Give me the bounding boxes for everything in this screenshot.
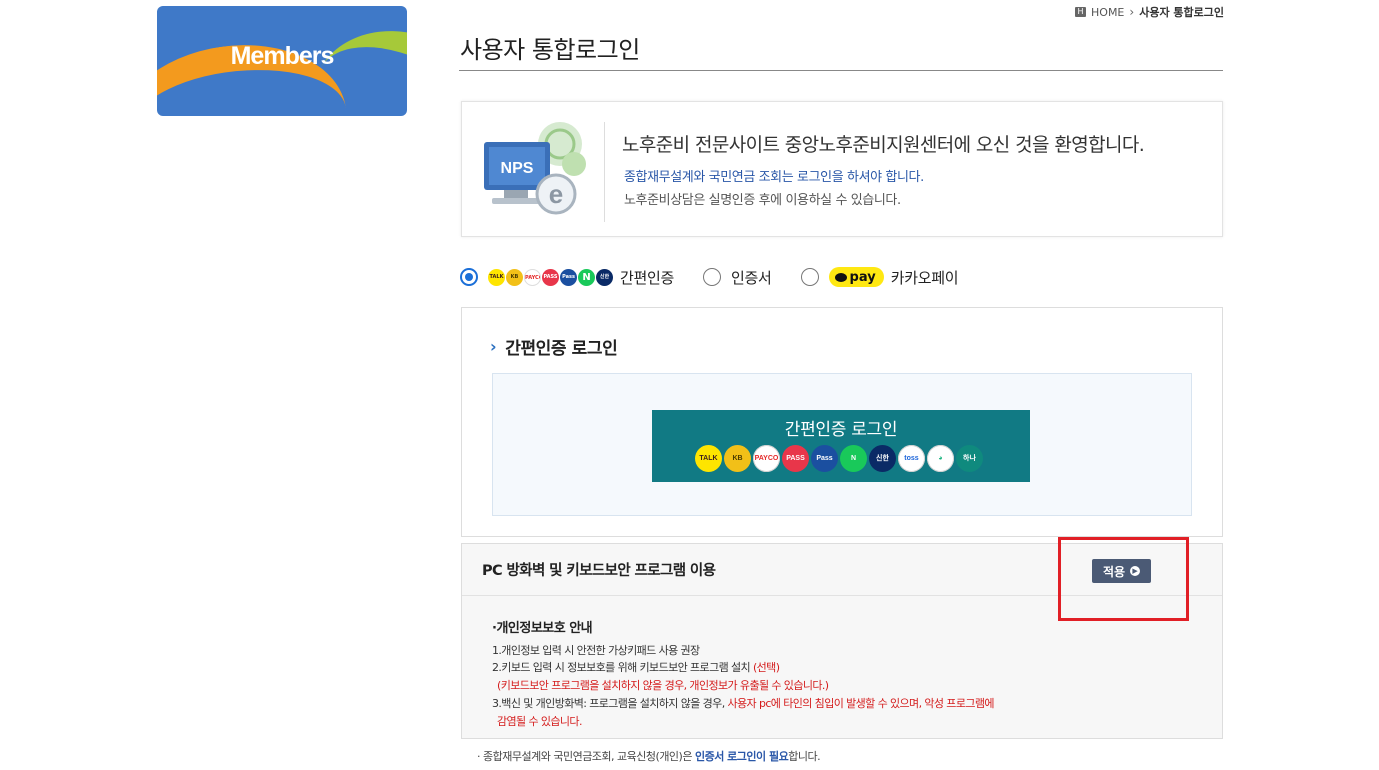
payco-icon: PAYCO: [524, 268, 541, 286]
highlight-box: [1058, 537, 1189, 621]
naver-icon: N: [840, 445, 867, 472]
privacy-item-2: 2.키보드 입력 시 정보보호를 위해 키보드보안 프로그램 설치 (선택): [492, 659, 780, 675]
svg-text:e: e: [549, 179, 563, 209]
security-title: PC 방화벽 및 키보드보안 프로그램 이용: [482, 563, 716, 579]
welcome-login-notice: 종합재무설계와 국민연금 조회는 로그인을 하셔야 합니다.: [624, 170, 924, 185]
simple-auth-provider-icons: TALK KB PAYCO PASS Pass N 신한: [488, 268, 613, 286]
banksalad-icon: ◕: [927, 445, 954, 472]
svg-text:NPS: NPS: [501, 160, 534, 177]
kakaopay-badge-text: pay: [849, 269, 876, 285]
simple-auth-inner-box: 간편인증 로그인 TALK KB PAYCO PASS Pass N 신한 toss ◕ 하나: [492, 373, 1192, 516]
payco-icon: PAYCO: [753, 445, 780, 472]
privacy-item-2-optional: (선택): [752, 661, 780, 674]
speech-bubble-icon: [834, 272, 847, 282]
provider-icon-row: TALK KB PAYCO PASS Pass N 신한 toss ◕ 하나: [695, 445, 983, 472]
title-divider: [459, 70, 1223, 71]
naver-icon: N: [578, 268, 595, 286]
shinhan-icon: 신한: [596, 268, 613, 286]
chevron-right-icon: ›: [1129, 5, 1135, 19]
home-icon: H: [1075, 7, 1087, 17]
simple-auth-login-button[interactable]: 간편인증 로그인 TALK KB PAYCO PASS Pass N 신한 toss ◕ 하나: [652, 410, 1030, 482]
privacy-item-3-text: 3.백신 및 개인방화벽: 프로그램을 설치하지 않을 경우,: [492, 697, 725, 710]
kakao-talk-icon: TALK: [488, 268, 505, 286]
privacy-item-2-text: 2.키보드 입력 시 정보보호를 위해 키보드보안 프로그램 설치: [492, 661, 751, 674]
privacy-item-3-warning: 사용자 pc에 타인의 침입이 발생할 수 있으며, 악성 프로그램에: [727, 697, 995, 710]
certificate-label[interactable]: 인증서: [731, 267, 772, 288]
welcome-divider: [604, 122, 605, 222]
privacy-item-2-warning: (키보드보안 프로그램을 설치하지 않을 경우, 개인정보가 유출될 수 있습니…: [497, 679, 829, 692]
breadcrumb: H HOME › 사용자 통합로그인: [1075, 4, 1224, 20]
simple-auth-panel: › 간편인증 로그인 간편인증 로그인 TALK KB PAYCO PASS Pass N…: [461, 307, 1223, 537]
samsung-pass-icon: Pass: [560, 268, 577, 286]
footnote: · 종합재무설계와 국민연금조회, 교육신청(개인)은 인증서 로그인이 필요합…: [477, 748, 821, 764]
footnote-prefix: · 종합재무설계와 국민연금조회, 교육신청(개인)은: [477, 750, 692, 763]
kakao-talk-icon: TALK: [695, 445, 722, 472]
members-banner: Members: [157, 6, 407, 116]
simple-auth-label[interactable]: 간편인증: [620, 267, 674, 288]
banner-title: Members: [230, 42, 335, 70]
privacy-item-3: 3.백신 및 개인방화벽: 프로그램을 설치하지 않을 경우, 사용자 pc에 …: [492, 695, 995, 711]
kb-icon: KB: [506, 268, 523, 286]
kb-icon: KB: [724, 445, 751, 472]
samsung-pass-icon: Pass: [811, 445, 838, 472]
shinhan-icon: 신한: [869, 445, 896, 472]
auth-method-selector: TALK KB PAYCO PASS Pass N 신한 간편인증 인증서 pa…: [460, 262, 959, 292]
footnote-emphasis: 인증서 로그인이 필요: [694, 750, 789, 763]
welcome-heading: 노후준비 전문사이트 중앙노후준비지원센터에 오신 것을 환영합니다.: [622, 134, 1145, 156]
hana-icon: 하나: [956, 445, 983, 472]
pass-icon: PASS: [542, 268, 559, 286]
nps-monitor-icon: NPS e: [484, 122, 586, 215]
welcome-box: NPS e 노후준비 전문사이트 중앙노후준비지원센터에 오신 것을 환영합니다…: [461, 101, 1223, 237]
chevron-right-icon: ›: [490, 337, 497, 356]
toss-icon: toss: [898, 445, 925, 472]
simple-auth-section-title-text: 간편인증 로그인: [505, 339, 618, 359]
privacy-item-1: 1.개인정보 입력 시 안전한 가상키패드 사용 권장: [492, 644, 700, 657]
footnote-suffix: 합니다.: [788, 750, 821, 763]
privacy-item-3-warning-cont: 감염될 수 있습니다.: [497, 715, 582, 728]
privacy-notice-title: ·개인정보보호 안내: [492, 621, 593, 636]
breadcrumb-home[interactable]: HOME: [1091, 6, 1124, 19]
welcome-consult-notice: 노후준비상담은 실명인증 후에 이용하실 수 있습니다.: [624, 193, 901, 208]
radio-certificate[interactable]: [703, 268, 722, 286]
kakaopay-badge: pay: [828, 267, 884, 287]
simple-auth-section-title: › 간편인증 로그인: [490, 334, 618, 359]
simple-auth-login-button-label: 간편인증 로그인: [784, 420, 898, 440]
radio-simple-auth[interactable]: [460, 268, 478, 286]
breadcrumb-current: 사용자 통합로그인: [1139, 6, 1224, 19]
pass-icon: PASS: [782, 445, 809, 472]
kakaopay-label[interactable]: 카카오페이: [891, 267, 959, 288]
page-title: 사용자 통합로그인: [460, 36, 640, 64]
radio-kakaopay[interactable]: [800, 268, 819, 286]
